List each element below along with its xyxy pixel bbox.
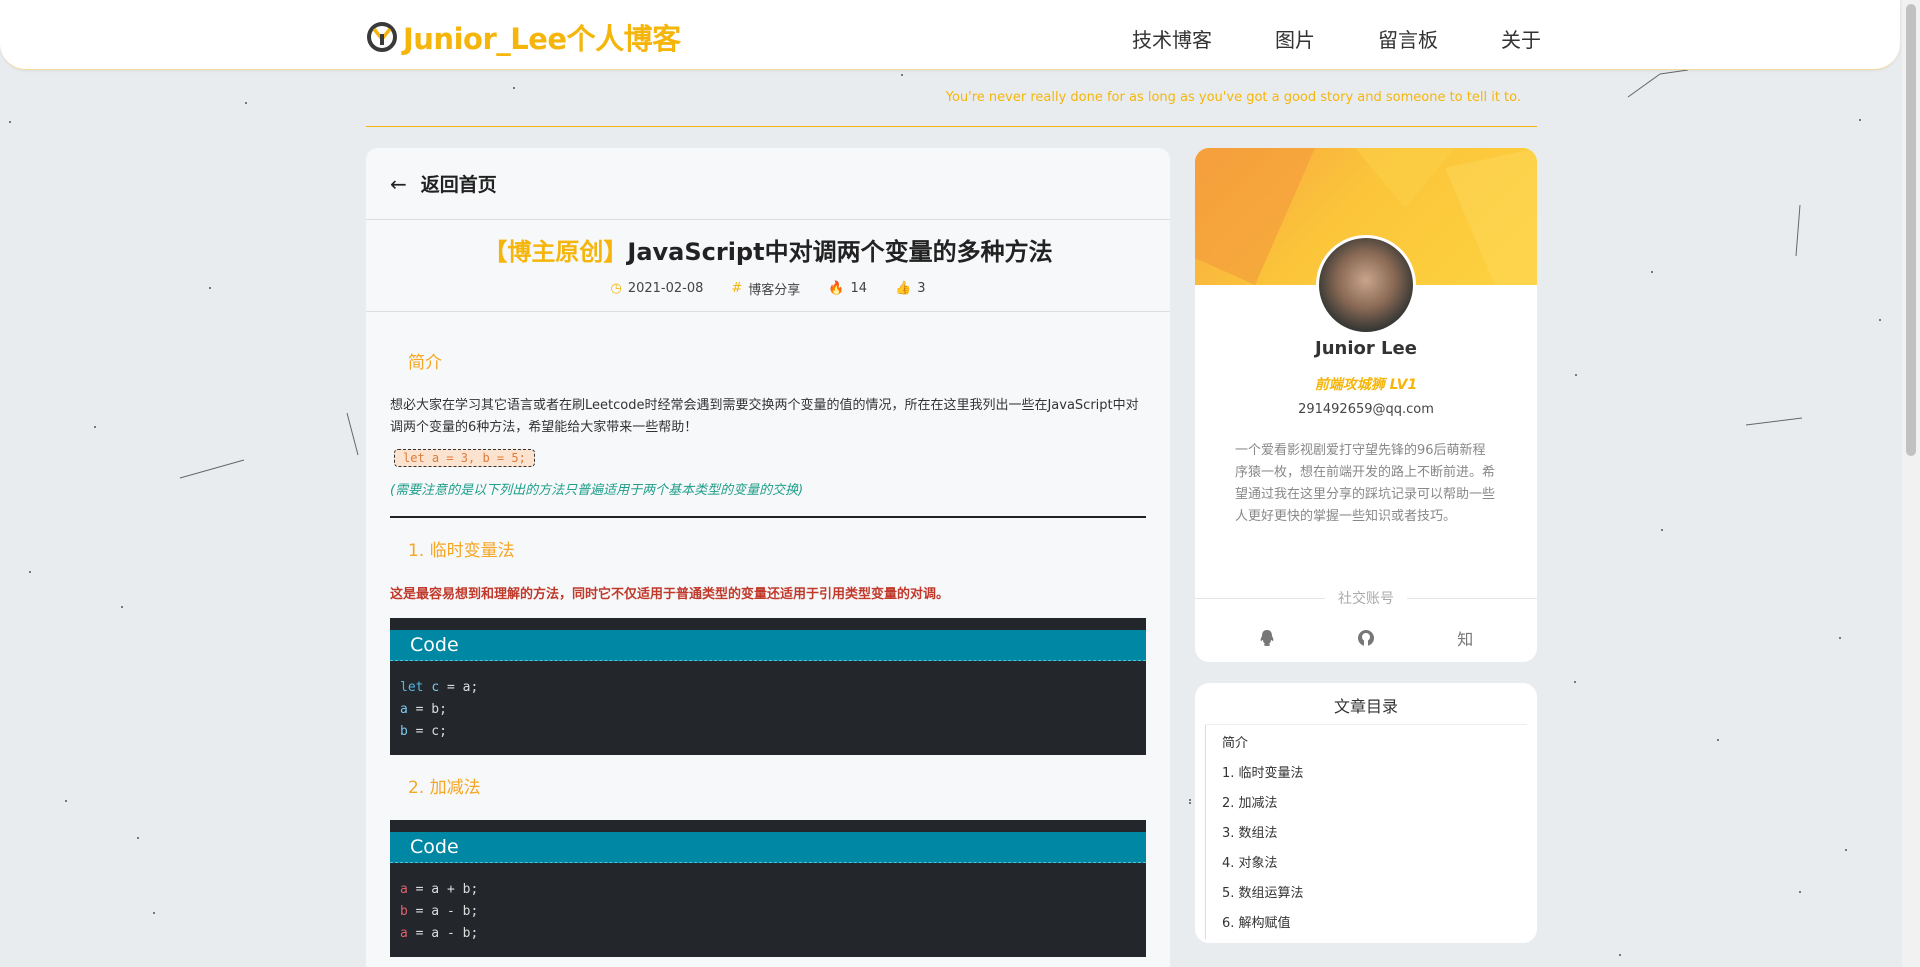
toc-item-array-operation[interactable]: 5. 数组运算法 (1222, 879, 1537, 909)
code-line: let c = a; (400, 680, 479, 695)
meta-category[interactable]: # 博客分享 (731, 279, 800, 298)
category-value: 博客分享 (748, 283, 801, 298)
code-block-body: let c = a; a = b; b = c; (390, 661, 1146, 755)
code-block-body: a = a + b; b = a - b; a = a - b; (390, 863, 1146, 957)
toc-item-destructuring[interactable]: 6. 解构赋值 (1222, 909, 1537, 939)
logo-text: Junior_Lee个人博客 (403, 22, 681, 56)
intro-paragraph: 想必大家在学习其它语言或者在刷Leetcode时经常会遇到需要交换两个变量的值的… (390, 398, 1139, 435)
toc-item-intro[interactable]: 简介 (1222, 729, 1537, 759)
date-value: 2021-02-08 (627, 281, 704, 296)
main-nav: 技术博客 图片 留言板 关于 (1132, 24, 1541, 53)
hash-icon: # (731, 281, 743, 296)
clock-icon: ◷ (610, 281, 622, 296)
fire-icon: 🔥 (828, 281, 845, 296)
views-value: 14 (850, 281, 868, 296)
code-block-label: Code (390, 618, 1146, 661)
title-tag: 【博主原创】 (483, 238, 628, 266)
meta-likes[interactable]: 👍 3 (895, 279, 925, 298)
back-home-label: 返回首页 (420, 174, 497, 196)
table-of-contents: 文章目录 简介 1. 临时变量法 2. 加减法 3. 数组法 4. 对象法 5.… (1195, 683, 1537, 943)
back-home-button[interactable]: ← 返回首页 (366, 148, 1170, 220)
note-text: (需要注意的是以下列出的方法只普遍适用于两个基本类型的变量的交换) (390, 483, 804, 498)
site-header: Junior_Lee个人博客 技术博客 图片 留言板 关于 (0, 0, 1900, 70)
toc-list: 简介 1. 临时变量法 2. 加减法 3. 数组法 4. 对象法 5. 数组运算… (1205, 725, 1537, 939)
nav-images[interactable]: 图片 (1275, 24, 1315, 53)
avatar[interactable] (1316, 235, 1416, 335)
nav-about[interactable]: 关于 (1501, 24, 1541, 53)
article-header: 【博主原创】JavaScript中对调两个变量的多种方法 ◷ 2021-02-08… (366, 220, 1170, 312)
motto-text: You're never really done for as long as … (945, 90, 1521, 105)
toc-item-add-subtract[interactable]: 2. 加减法 (1222, 789, 1537, 819)
article-meta: ◷ 2021-02-08 # 博客分享 🔥 14 👍 3 (366, 279, 1170, 298)
nav-guestbook[interactable]: 留言板 (1378, 24, 1438, 53)
arrow-left-icon: ← (390, 171, 407, 196)
toc-title: 文章目录 (1205, 683, 1527, 725)
code-block-2[interactable]: Code a = a + b; b = a - b; a = a - b; (390, 820, 1146, 957)
inline-code-sample: let a = 3, b = 5; (394, 449, 535, 467)
heading-add-subtract: 2. 加减法 (408, 778, 481, 798)
profile-email: 291492659@qq.com (1298, 402, 1434, 417)
meta-views: 🔥 14 (828, 279, 867, 298)
section-divider (390, 516, 1146, 518)
likes-value: 3 (917, 281, 926, 296)
title-text: JavaScript中对调两个变量的多种方法 (627, 238, 1053, 266)
social-links: 知 (1195, 626, 1537, 650)
code-block-1[interactable]: Code let c = a; a = b; b = c; (390, 618, 1146, 755)
github-icon[interactable] (1354, 626, 1378, 650)
scrollbar-thumb[interactable] (1906, 4, 1916, 456)
thumbs-up-icon: 👍 (895, 281, 912, 296)
code-line: b = a - b; (400, 904, 479, 919)
social-heading: 社交账号 (1195, 588, 1537, 608)
toc-item-object[interactable]: 4. 对象法 (1222, 849, 1537, 879)
overwatch-logo-icon (367, 22, 397, 52)
page-scrollbar[interactable] (1902, 0, 1920, 967)
meta-date: ◷ 2021-02-08 (610, 279, 703, 298)
qq-icon[interactable] (1255, 626, 1279, 650)
motto-divider (366, 126, 1537, 127)
heading-temp-variable: 1. 临时变量法 (408, 541, 515, 561)
profile-level: 前端攻城狮 LV1 (1314, 377, 1418, 393)
code-block-label: Code (390, 820, 1146, 863)
nav-tech-blog[interactable]: 技术博客 (1132, 24, 1212, 53)
article-title: 【博主原创】JavaScript中对调两个变量的多种方法 (366, 232, 1170, 267)
article-card: ← 返回首页 【博主原创】JavaScript中对调两个变量的多种方法 ◷ 202… (366, 148, 1170, 967)
profile-bio: 一个爱看影视剧爱打守望先锋的96后萌新程序猿一枚，想在前端开发的路上不断前进。希… (1235, 443, 1496, 524)
zhihu-icon[interactable]: 知 (1453, 626, 1477, 650)
profile-card: Junior Lee 前端攻城狮 LV1 291492659@qq.com 一个… (1195, 148, 1537, 662)
toc-item-array[interactable]: 3. 数组法 (1222, 819, 1537, 849)
code-line: a = a + b; (400, 882, 479, 897)
code-line: b = c; (400, 724, 447, 739)
site-logo[interactable]: Junior_Lee个人博客 (365, 16, 681, 58)
temp-variable-description: 这是最容易想到和理解的方法，同时它不仅适用于普通类型的变量还适用于引用类型变量的… (390, 587, 950, 602)
article-content: 简介 想必大家在学习其它语言或者在刷Leetcode时经常会遇到需要交换两个变量… (366, 312, 1170, 957)
toc-item-temp-variable[interactable]: 1. 临时变量法 (1222, 759, 1537, 789)
heading-intro: 简介 (408, 353, 442, 373)
profile-name: Junior Lee (1315, 338, 1417, 359)
code-line: a = a - b; (400, 926, 479, 941)
code-line: a = b; (400, 702, 447, 717)
